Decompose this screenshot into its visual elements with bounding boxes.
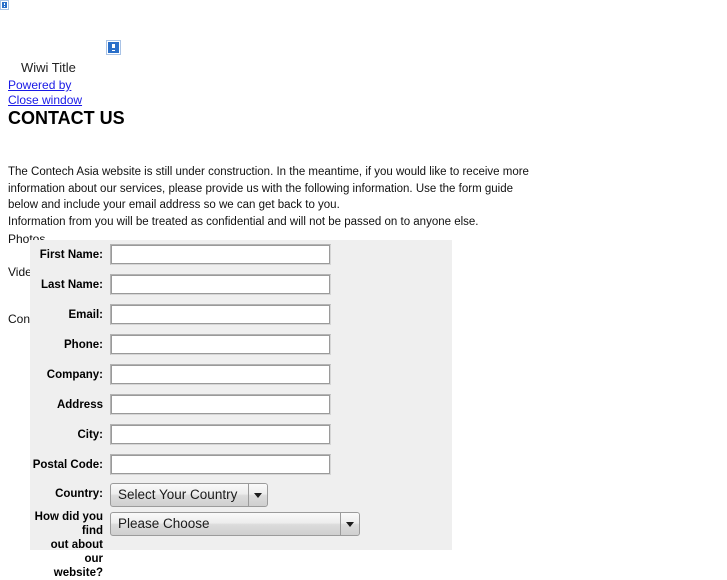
referral-label-line-1: How did you find xyxy=(34,511,103,537)
postal-code-label: Postal Code: xyxy=(32,459,103,471)
form-row-company: Company: xyxy=(30,364,452,394)
city-input[interactable] xyxy=(110,424,331,445)
first-name-label: First Name: xyxy=(39,249,103,261)
form-row-city: City: xyxy=(30,424,452,454)
broken-image-glyph xyxy=(108,42,119,53)
email-label: Email: xyxy=(68,309,103,321)
referral-label-line-3: website? xyxy=(53,567,103,579)
form-row-first-name: First Name: xyxy=(30,244,452,274)
referral-select-value: Please Choose xyxy=(118,516,210,531)
country-select-value: Select Your Country xyxy=(118,487,238,502)
close-window-link[interactable]: Close window xyxy=(8,93,82,107)
powered-by-link[interactable]: Powered by xyxy=(8,78,71,92)
form-row-country: Country: Select Your Country xyxy=(30,483,452,513)
phone-label: Phone: xyxy=(64,339,103,351)
last-name-label: Last Name: xyxy=(41,279,103,291)
chevron-down-icon[interactable] xyxy=(248,484,267,506)
broken-image-glyph xyxy=(2,2,7,8)
form-row-phone: Phone: xyxy=(30,334,452,364)
intro-copy: The Contech Asia website is still under … xyxy=(8,164,538,230)
chevron-down-icon[interactable] xyxy=(340,513,359,535)
form-row-last-name: Last Name: xyxy=(30,274,452,304)
email-input[interactable] xyxy=(110,304,331,325)
city-label: City: xyxy=(77,429,103,441)
postal-code-input[interactable] xyxy=(110,454,331,475)
company-input[interactable] xyxy=(110,364,331,385)
phone-input[interactable] xyxy=(110,334,331,355)
referral-label-line-2: out about our xyxy=(50,539,103,565)
site-title: Wiwi Title xyxy=(21,60,76,75)
address-label: Address xyxy=(56,399,103,411)
company-label: Company: xyxy=(46,369,103,381)
address-input[interactable] xyxy=(110,394,331,415)
country-label: Country: xyxy=(55,488,103,500)
form-row-postal-code: Postal Code: xyxy=(30,454,452,484)
intro-paragraph-1: The Contech Asia website is still under … xyxy=(8,166,529,211)
last-name-input[interactable] xyxy=(110,274,331,295)
country-select[interactable]: Select Your Country xyxy=(110,483,268,507)
form-row-referral: How did you find out about our website? … xyxy=(30,511,452,579)
form-row-address: Address xyxy=(30,394,452,424)
referral-label: How did you find out about our website? xyxy=(30,510,103,580)
form-row-email: Email: xyxy=(30,304,452,334)
contact-form-panel: First Name: Last Name: Email: Phone: Com… xyxy=(30,240,452,579)
page-title: CONTACT US xyxy=(8,108,125,129)
referral-select[interactable]: Please Choose xyxy=(110,512,360,536)
broken-image-icon-corner xyxy=(0,0,9,10)
intro-paragraph-2: Information from you will be treated as … xyxy=(8,215,479,228)
broken-image-icon-logo xyxy=(106,40,121,55)
first-name-input[interactable] xyxy=(110,244,331,265)
